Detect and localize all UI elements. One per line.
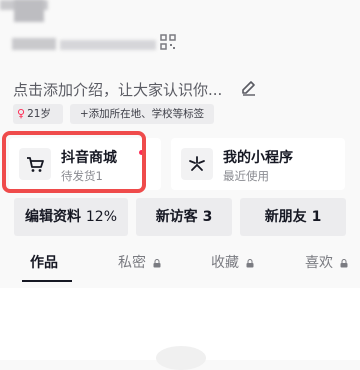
lock-icon [246,258,254,267]
tab-favorites[interactable]: 收藏 [211,245,254,285]
edit-profile-label: 编辑资料 [25,209,81,225]
edit-profile-button[interactable]: 编辑资料 12% [14,198,128,236]
profile-completion-percent: 12% [85,209,117,225]
mini-program-card[interactable]: 我的小程序 最近使用 [171,138,345,190]
tab-works-label: 作品 [30,255,58,271]
mini-program-subtitle: 最近使用 [223,169,269,183]
qr-code-icon[interactable] [160,34,176,50]
highlight-box [2,131,146,193]
username-blurred [14,0,44,22]
tab-private[interactable]: 私密 [118,245,161,285]
new-visitors-count: 3 [202,209,213,225]
new-friends-button[interactable]: 新朋友 1 [240,198,346,236]
profile-intro-placeholder[interactable]: 点击添加介绍，让大家认识你... [13,79,222,100]
mini-program-title: 我的小程序 [223,150,293,166]
user-id-blurred [12,38,56,50]
female-icon: ♀ [17,107,26,120]
tab-works[interactable]: 作品 [30,245,58,285]
pencil-icon[interactable] [240,79,258,97]
new-friends-count: 1 [311,209,322,225]
tab-likes[interactable]: 喜欢 [305,245,348,285]
asterisk-icon [181,148,213,180]
profile-tabs: 作品 私密 收藏 喜欢 [0,245,360,285]
new-visitors-label: 新访客 [155,209,198,225]
age-tag-label: 21岁 [27,108,51,120]
age-tag[interactable]: ♀ 21岁 [13,104,63,124]
tab-favorites-label: 收藏 [211,255,239,271]
user-id-blurred [60,40,156,50]
new-friends-label: 新朋友 [264,209,307,225]
tab-likes-label: 喜欢 [305,255,333,271]
lock-icon [340,258,348,267]
add-tags-button[interactable]: +添加所在地、学校等标签 [70,104,214,124]
lock-icon [153,258,161,267]
new-visitors-button[interactable]: 新访客 3 [136,198,232,236]
loading-placeholder [156,346,206,370]
tab-private-label: 私密 [118,255,146,271]
active-tab-indicator [22,280,72,282]
